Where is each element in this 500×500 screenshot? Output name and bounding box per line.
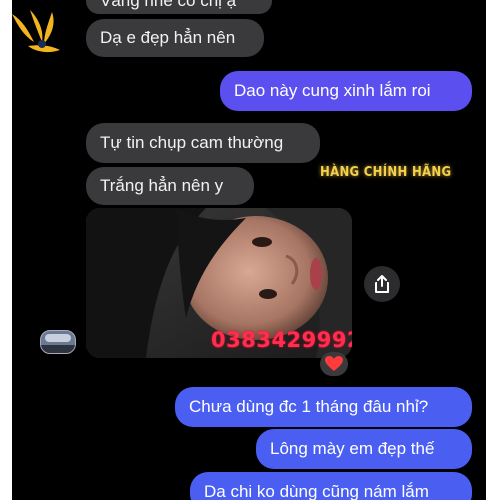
message-outgoing[interactable]: Da chi ko dùng cũng nám lắm bbox=[190, 472, 472, 500]
avatar[interactable] bbox=[40, 330, 76, 354]
heart-icon bbox=[325, 356, 343, 371]
logo-icon bbox=[12, 10, 60, 53]
share-button[interactable] bbox=[364, 266, 400, 302]
message-incoming[interactable]: Tự tin chụp cam thường bbox=[86, 123, 320, 163]
message-text: Vâng nhé có chị ạ bbox=[100, 0, 237, 10]
message-text: Chưa dùng đc 1 tháng đâu nhỉ? bbox=[189, 397, 429, 416]
photo-message[interactable]: 0383429992 bbox=[86, 208, 352, 358]
message-outgoing[interactable]: Dao này cung xinh lắm roi bbox=[220, 71, 472, 111]
message-incoming-cut[interactable]: Vâng nhé có chị ạ bbox=[86, 0, 272, 14]
authentic-stamp: HÀNG CHÍNH HÃNG bbox=[320, 165, 452, 180]
phone-number-watermark: 0383429992 bbox=[211, 328, 352, 352]
message-outgoing[interactable]: Lông mày em đẹp thế bbox=[256, 429, 472, 469]
message-text: Trắng hẳn nên y bbox=[100, 176, 224, 195]
message-text: Lông mày em đẹp thế bbox=[270, 439, 435, 458]
reaction-heart[interactable] bbox=[320, 352, 348, 376]
share-icon bbox=[375, 275, 389, 293]
message-text: Dạ e đẹp hẳn nên bbox=[100, 28, 236, 47]
message-text: Dao này cung xinh lắm roi bbox=[234, 81, 431, 100]
message-incoming[interactable]: Trắng hẳn nên y bbox=[86, 167, 254, 205]
chat-screen: Vâng nhé có chị ạ Dạ e đẹp hẳn nên Dao n… bbox=[12, 0, 486, 500]
message-text: Tự tin chụp cam thường bbox=[100, 133, 284, 152]
message-text: Da chi ko dùng cũng nám lắm bbox=[204, 482, 429, 500]
message-outgoing[interactable]: Chưa dùng đc 1 tháng đâu nhỉ? bbox=[175, 387, 472, 427]
message-incoming[interactable]: Dạ e đẹp hẳn nên bbox=[86, 19, 264, 57]
